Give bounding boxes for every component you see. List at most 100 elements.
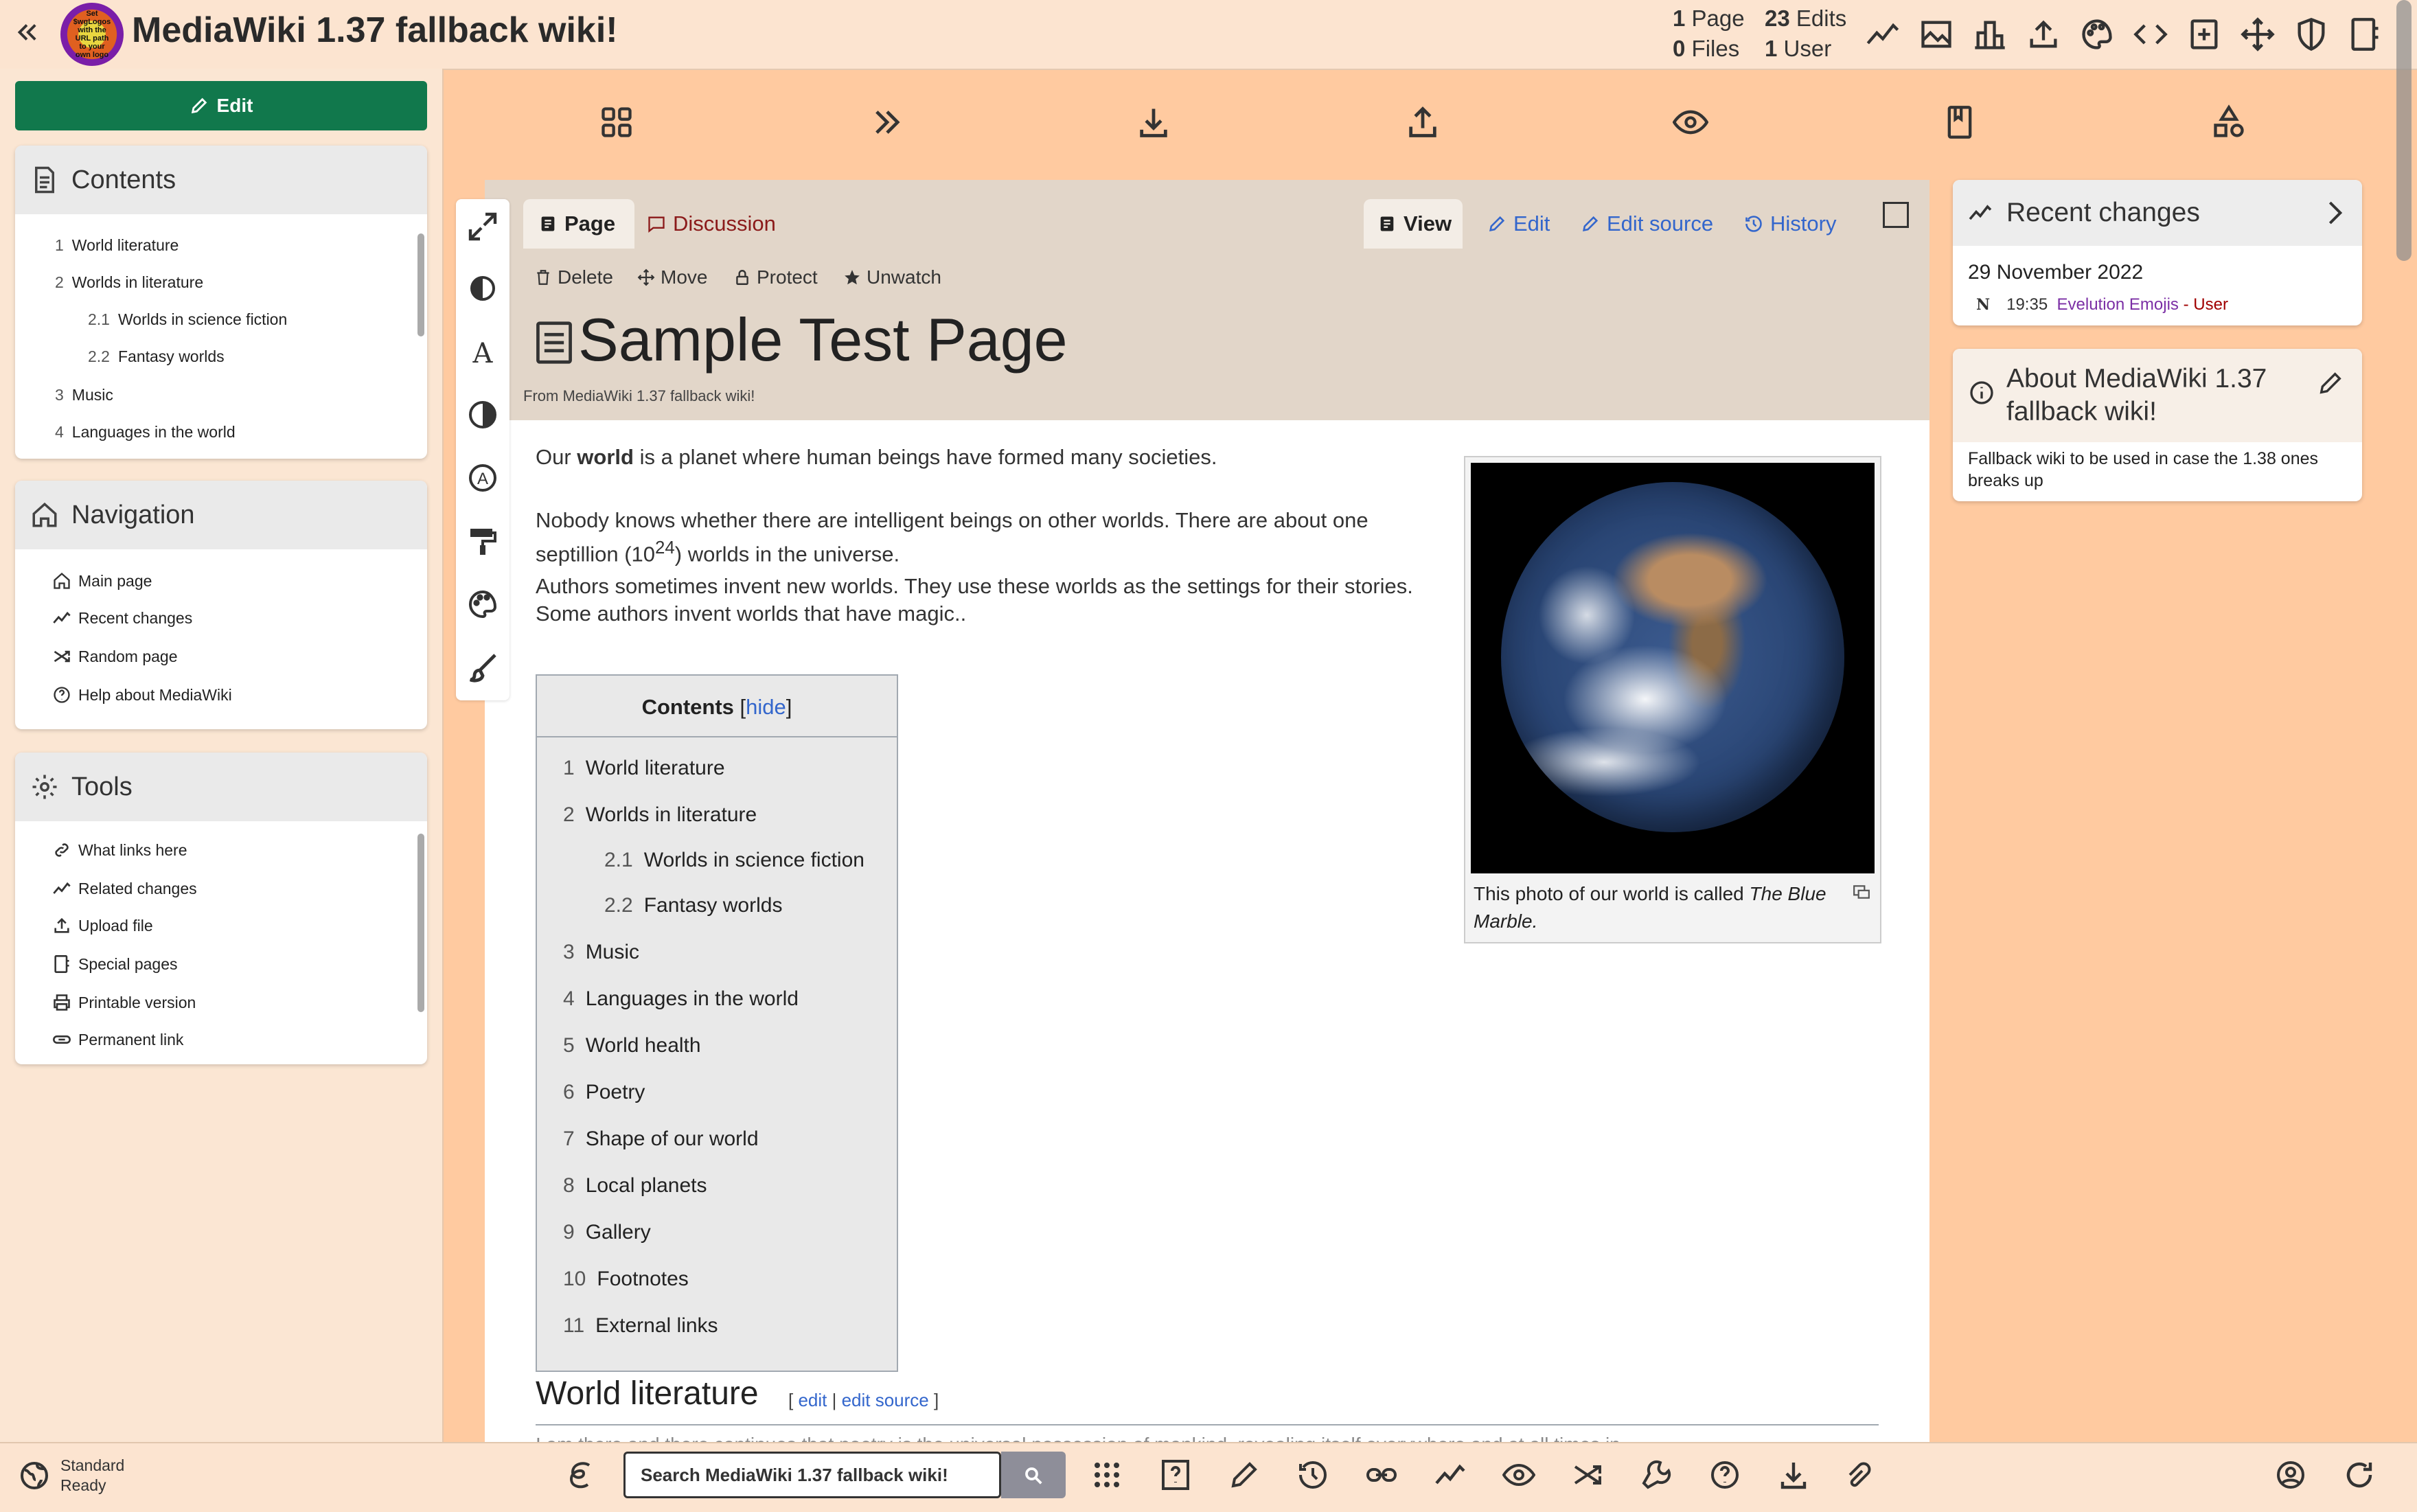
move-icon[interactable] <box>2240 16 2276 52</box>
shield-icon[interactable] <box>2293 16 2329 52</box>
bookmark-icon[interactable] <box>1942 104 1978 140</box>
toc-hide-link[interactable]: hide <box>746 695 786 719</box>
sidebar-toc-item[interactable]: 2.1 Worlds in science fiction <box>88 310 287 329</box>
tool-special-pages[interactable]: Special pages <box>52 954 178 974</box>
delete-action[interactable]: Delete <box>534 266 613 288</box>
contents-scrollbar[interactable] <box>417 233 424 336</box>
special-pages-icon[interactable] <box>2347 16 2383 52</box>
collapse-sidebar-icon[interactable] <box>12 18 41 47</box>
paint-roller-icon[interactable] <box>466 525 499 558</box>
eye-icon[interactable] <box>1673 104 1708 140</box>
download-icon[interactable] <box>1136 104 1171 140</box>
link-icon[interactable] <box>1365 1458 1398 1491</box>
code-icon[interactable] <box>2133 16 2168 52</box>
sidebar-toc-item[interactable]: 2.2 Fantasy worlds <box>88 347 225 366</box>
search-button[interactable] <box>1001 1452 1066 1498</box>
tab-history[interactable]: History <box>1744 199 1836 249</box>
download-icon[interactable] <box>1777 1458 1810 1491</box>
recent-changes-icon[interactable] <box>1865 16 1901 52</box>
toc-item[interactable]: 1 World literature <box>563 757 725 780</box>
edit-button[interactable]: Edit <box>15 81 427 130</box>
entry-user-link[interactable]: User <box>2193 295 2228 314</box>
history-icon[interactable] <box>1296 1458 1329 1491</box>
shapes-icon[interactable] <box>2211 104 2247 140</box>
tab-view[interactable]: View <box>1364 199 1463 249</box>
sidebar-toc-item[interactable]: 1 World literature <box>55 236 179 255</box>
chevron-right-icon[interactable] <box>2321 199 2348 227</box>
tool-what-links-here[interactable]: What links here <box>52 840 187 860</box>
toc-item[interactable]: 6 Poetry <box>563 1081 645 1104</box>
search-input[interactable]: Search MediaWiki 1.37 fallback wiki! <box>623 1452 1001 1498</box>
refresh-icon[interactable] <box>2343 1458 2376 1491</box>
protect-action[interactable]: Protect <box>733 266 818 288</box>
toc-item[interactable]: 10 Footnotes <box>563 1268 689 1291</box>
dark-mode-icon[interactable] <box>466 398 499 431</box>
toc-item[interactable]: 9 Gallery <box>563 1221 651 1244</box>
toc-item[interactable]: 8 Local planets <box>563 1174 707 1198</box>
toc-item[interactable]: 4 Languages in the world <box>563 987 799 1011</box>
page-scrollbar[interactable] <box>2396 0 2412 261</box>
edit-pencil-icon[interactable] <box>1228 1458 1261 1491</box>
recent-changes-icon[interactable] <box>1434 1458 1467 1491</box>
tool-permanent-link[interactable]: Permanent link <box>52 1030 183 1049</box>
grid-icon[interactable] <box>599 104 634 140</box>
recent-changes-header[interactable]: Recent changes <box>1953 180 2362 246</box>
help-page-icon[interactable] <box>1159 1458 1192 1491</box>
brush-icon[interactable] <box>466 651 499 684</box>
tools-scrollbar[interactable] <box>417 834 424 1012</box>
upload-image-icon[interactable] <box>1918 16 1954 52</box>
watch-eye-icon[interactable] <box>1502 1458 1535 1491</box>
tab-page[interactable]: Page <box>523 199 634 249</box>
tab-edit[interactable]: Edit <box>1487 199 1550 249</box>
toc-item[interactable]: 11 External links <box>563 1314 718 1338</box>
sidebar-toc-item[interactable]: 3 Music <box>55 386 113 404</box>
user-account-icon[interactable] <box>2274 1458 2307 1491</box>
toc-item[interactable]: 2 Worlds in literature <box>563 803 757 827</box>
share-upload-icon[interactable] <box>1405 104 1441 140</box>
site-logo[interactable]: Set $wgLogos with the URL path to your o… <box>60 3 124 66</box>
toc-item[interactable]: 5 World health <box>563 1034 701 1057</box>
tab-discussion[interactable]: Discussion <box>647 199 776 249</box>
toc-number: 6 <box>563 1081 575 1103</box>
tool-printable-version[interactable]: Printable version <box>52 993 196 1012</box>
tool-upload-file[interactable]: Upload file <box>52 916 153 935</box>
font-icon[interactable]: A <box>466 335 499 368</box>
accessibility-icon[interactable]: A <box>466 461 499 494</box>
section-edit-source-link[interactable]: edit source <box>842 1390 929 1410</box>
expand-icon[interactable] <box>466 210 499 243</box>
tab-edit-source[interactable]: Edit source <box>1581 199 1713 249</box>
nav-item-recent-changes[interactable]: Recent changes <box>52 608 192 628</box>
nav-item-random-page[interactable]: Random page <box>52 647 178 666</box>
upload-icon[interactable] <box>2026 16 2061 52</box>
toc-item[interactable]: 7 Shape of our world <box>563 1127 759 1151</box>
toc-item[interactable]: 2.1 Worlds in science fiction <box>604 849 864 872</box>
statistics-icon[interactable] <box>1972 16 2008 52</box>
new-page-icon[interactable] <box>2186 16 2222 52</box>
wrench-icon[interactable] <box>1640 1458 1673 1491</box>
toc-item[interactable]: 3 Music <box>563 941 639 964</box>
sidebar-toc-item[interactable]: 2 Worlds in literature <box>55 273 203 292</box>
palette-icon[interactable] <box>466 588 499 621</box>
unwatch-action[interactable]: Unwatch <box>843 266 941 288</box>
sidebar-toc-item[interactable]: 4 Languages in the world <box>55 423 236 442</box>
theme-palette-icon[interactable] <box>2079 16 2115 52</box>
entry-page-link[interactable]: Evelution Emojis <box>2057 295 2179 314</box>
tool-related-changes[interactable]: Related changes <box>52 879 197 898</box>
nav-item-main-page[interactable]: Main page <box>52 571 152 591</box>
pencil-icon[interactable] <box>2317 369 2344 397</box>
help-icon[interactable] <box>1708 1458 1741 1491</box>
section-edit-link[interactable]: edit <box>798 1390 827 1410</box>
enlarge-icon[interactable] <box>1853 884 1870 900</box>
apps-grid-icon[interactable] <box>1090 1458 1123 1491</box>
fullscreen-toggle-icon[interactable] <box>1883 202 1909 228</box>
nav-item-help[interactable]: Help about MediaWiki <box>52 685 232 705</box>
double-chevron-right-icon[interactable] <box>869 104 905 140</box>
random-shuffle-icon[interactable] <box>1571 1458 1604 1491</box>
attachment-icon[interactable] <box>1846 1458 1879 1491</box>
blue-marble-image[interactable] <box>1471 463 1875 873</box>
contrast-icon[interactable] <box>466 272 499 305</box>
toc-item[interactable]: 2.2 Fantasy worlds <box>604 894 782 917</box>
app-logo-icon[interactable] <box>564 1458 597 1491</box>
site-title[interactable]: MediaWiki 1.37 fallback wiki! <box>132 10 618 51</box>
move-action[interactable]: Move <box>637 266 707 288</box>
